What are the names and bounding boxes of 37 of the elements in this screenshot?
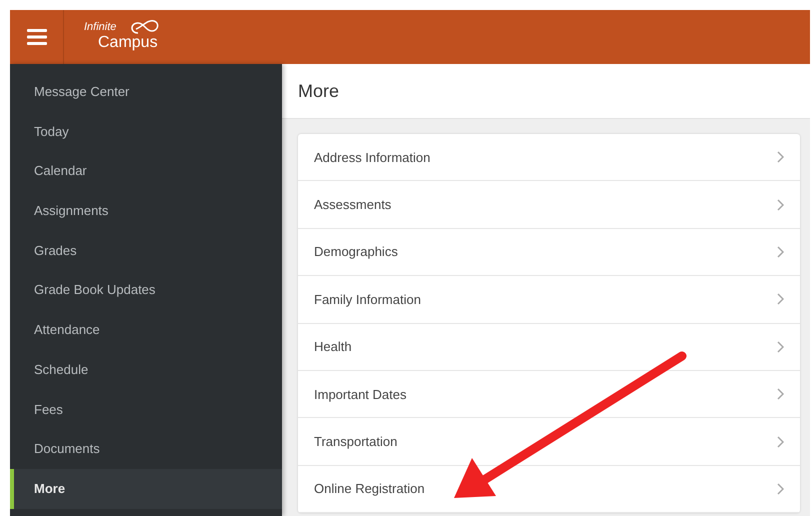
item-label: Family Information bbox=[314, 292, 421, 307]
item-label: Demographics bbox=[314, 244, 398, 260]
sidebar-item[interactable]: Schedule bbox=[10, 350, 282, 390]
chevron-right-icon bbox=[777, 482, 784, 495]
chevron-right-icon bbox=[777, 151, 784, 164]
chevron-right-icon bbox=[777, 388, 784, 400]
sidebar-item[interactable]: Documents bbox=[10, 429, 282, 469]
list-item[interactable]: Address Information bbox=[298, 134, 800, 182]
sidebar-item[interactable]: Attendance bbox=[10, 310, 282, 350]
chevron-right-icon bbox=[777, 340, 784, 353]
list-item[interactable]: Family Information bbox=[298, 276, 800, 324]
sidebar-item[interactable]: Message Center bbox=[10, 72, 282, 112]
item-label: Important Dates bbox=[314, 386, 406, 402]
item-label: Address Information bbox=[314, 150, 430, 165]
chevron-right-icon bbox=[777, 246, 784, 258]
sidebar-item[interactable]: Fees bbox=[10, 390, 282, 430]
sidebar-item[interactable]: Assignments bbox=[10, 191, 282, 231]
item-label: Health bbox=[314, 339, 352, 354]
page-title: More bbox=[298, 80, 340, 102]
sidebar-item[interactable]: Calendar bbox=[10, 151, 282, 192]
list-item[interactable]: Health bbox=[298, 324, 800, 371]
sidebar-item[interactable]: Today bbox=[10, 112, 282, 152]
logo-text: Infinite bbox=[84, 21, 116, 33]
chevron-right-icon bbox=[777, 436, 784, 448]
list-item[interactable]: Important Dates bbox=[298, 370, 800, 418]
list-item[interactable]: Transportation bbox=[298, 418, 800, 466]
sidebar-item[interactable]: Grade Book Updates bbox=[10, 270, 282, 310]
item-label: Transportation bbox=[314, 434, 398, 450]
item-label: Online Registration bbox=[314, 481, 425, 496]
list-item[interactable]: Demographics bbox=[298, 228, 800, 276]
logo-text: Campus bbox=[98, 34, 158, 52]
item-label: Assessments bbox=[314, 197, 392, 212]
chevron-right-icon bbox=[777, 198, 784, 211]
sidebar-item[interactable]: More bbox=[10, 468, 282, 509]
sidebar-item[interactable]: Grades bbox=[10, 230, 282, 270]
list-item[interactable]: Assessments bbox=[298, 181, 800, 229]
chevron-right-icon bbox=[777, 293, 784, 306]
